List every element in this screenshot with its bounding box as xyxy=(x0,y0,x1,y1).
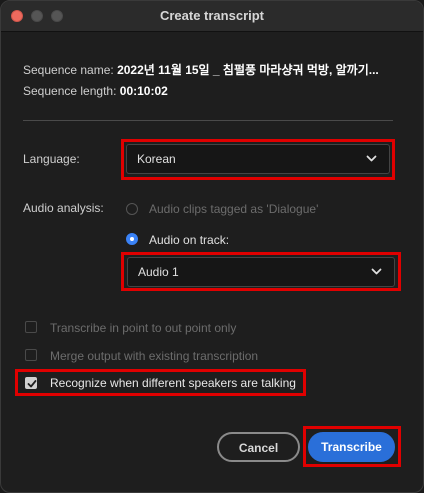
sequence-length-value: 00:10:02 xyxy=(119,84,168,98)
divider xyxy=(23,120,393,121)
radio-audio-on-track-label: Audio on track: xyxy=(149,233,230,247)
checkmark-icon xyxy=(27,380,37,388)
language-selected-value: Korean xyxy=(137,152,176,166)
dialog-title: Create transcript xyxy=(159,8,265,23)
in-out-only-label: Transcribe in point to out point only xyxy=(50,321,237,335)
sequence-length-row: Sequence length: 00:10:02 xyxy=(23,84,168,98)
chevron-down-icon xyxy=(371,268,382,275)
recognize-speakers-label: Recognize when different speakers are ta… xyxy=(50,376,296,390)
audio-track-selected-value: Audio 1 xyxy=(138,265,179,279)
language-label: Language: xyxy=(23,152,80,166)
create-transcript-dialog: Create transcript Sequence name: 2022년 1… xyxy=(0,0,424,493)
language-dropdown[interactable]: Korean xyxy=(126,144,390,174)
sequence-length-label: Sequence length: xyxy=(23,84,117,98)
cancel-button[interactable]: Cancel xyxy=(217,432,300,462)
radio-audio-on-track[interactable] xyxy=(126,233,138,245)
audio-track-dropdown[interactable]: Audio 1 xyxy=(127,257,395,287)
radio-dialogue-clips-label: Audio clips tagged as 'Dialogue' xyxy=(149,202,319,216)
merge-output-label: Merge output with existing transcription xyxy=(50,349,259,363)
recognize-speakers-checkbox[interactable] xyxy=(25,377,37,389)
sequence-name-row: Sequence name: 2022년 11월 15일 _ 침펄풍 마라샹궈 … xyxy=(23,61,379,78)
in-out-only-checkbox[interactable] xyxy=(25,321,37,333)
sequence-name-value: 2022년 11월 15일 _ 침펄풍 마라샹궈 먹방, 알까기... xyxy=(117,63,379,77)
audio-analysis-label: Audio analysis: xyxy=(23,201,104,215)
radio-dialogue-clips[interactable] xyxy=(126,203,138,215)
transcribe-button[interactable]: Transcribe xyxy=(308,432,395,462)
chevron-down-icon xyxy=(366,155,377,162)
merge-output-checkbox[interactable] xyxy=(25,349,37,361)
sequence-name-label: Sequence name: xyxy=(23,63,114,77)
title-bar: Create transcript xyxy=(1,1,423,32)
